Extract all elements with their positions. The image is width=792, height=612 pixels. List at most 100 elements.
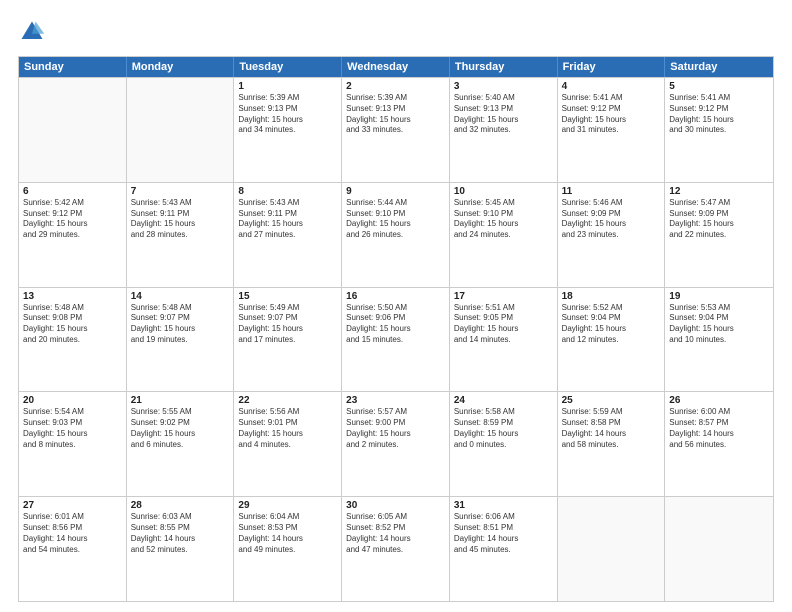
day-number: 17 [454, 291, 553, 302]
day-number: 27 [23, 500, 122, 511]
day-number: 25 [562, 395, 661, 406]
day-info: Sunrise: 6:04 AM Sunset: 8:53 PM Dayligh… [238, 512, 337, 555]
day-number: 12 [669, 186, 769, 197]
day-number: 2 [346, 81, 445, 92]
cal-cell-empty [558, 497, 666, 601]
cal-cell-day-10: 10Sunrise: 5:45 AM Sunset: 9:10 PM Dayli… [450, 183, 558, 287]
cal-header-sunday: Sunday [19, 57, 127, 77]
day-number: 5 [669, 81, 769, 92]
cal-cell-day-3: 3Sunrise: 5:40 AM Sunset: 9:13 PM Daylig… [450, 78, 558, 182]
day-info: Sunrise: 5:40 AM Sunset: 9:13 PM Dayligh… [454, 93, 553, 136]
cal-header-tuesday: Tuesday [234, 57, 342, 77]
cal-cell-day-2: 2Sunrise: 5:39 AM Sunset: 9:13 PM Daylig… [342, 78, 450, 182]
day-info: Sunrise: 5:52 AM Sunset: 9:04 PM Dayligh… [562, 303, 661, 346]
cal-cell-empty [127, 78, 235, 182]
day-info: Sunrise: 5:48 AM Sunset: 9:07 PM Dayligh… [131, 303, 230, 346]
day-number: 23 [346, 395, 445, 406]
day-info: Sunrise: 5:53 AM Sunset: 9:04 PM Dayligh… [669, 303, 769, 346]
day-info: Sunrise: 6:00 AM Sunset: 8:57 PM Dayligh… [669, 407, 769, 450]
day-number: 22 [238, 395, 337, 406]
cal-cell-day-7: 7Sunrise: 5:43 AM Sunset: 9:11 PM Daylig… [127, 183, 235, 287]
day-info: Sunrise: 5:39 AM Sunset: 9:13 PM Dayligh… [238, 93, 337, 136]
calendar-header: SundayMondayTuesdayWednesdayThursdayFrid… [19, 57, 773, 77]
cal-cell-day-29: 29Sunrise: 6:04 AM Sunset: 8:53 PM Dayli… [234, 497, 342, 601]
day-info: Sunrise: 5:50 AM Sunset: 9:06 PM Dayligh… [346, 303, 445, 346]
cal-header-wednesday: Wednesday [342, 57, 450, 77]
cal-cell-day-30: 30Sunrise: 6:05 AM Sunset: 8:52 PM Dayli… [342, 497, 450, 601]
day-number: 26 [669, 395, 769, 406]
day-number: 7 [131, 186, 230, 197]
day-info: Sunrise: 5:48 AM Sunset: 9:08 PM Dayligh… [23, 303, 122, 346]
day-info: Sunrise: 5:45 AM Sunset: 9:10 PM Dayligh… [454, 198, 553, 241]
cal-cell-day-1: 1Sunrise: 5:39 AM Sunset: 9:13 PM Daylig… [234, 78, 342, 182]
cal-header-thursday: Thursday [450, 57, 558, 77]
day-number: 6 [23, 186, 122, 197]
day-info: Sunrise: 5:51 AM Sunset: 9:05 PM Dayligh… [454, 303, 553, 346]
cal-header-saturday: Saturday [665, 57, 773, 77]
cal-cell-day-22: 22Sunrise: 5:56 AM Sunset: 9:01 PM Dayli… [234, 392, 342, 496]
cal-cell-day-17: 17Sunrise: 5:51 AM Sunset: 9:05 PM Dayli… [450, 288, 558, 392]
cal-cell-day-28: 28Sunrise: 6:03 AM Sunset: 8:55 PM Dayli… [127, 497, 235, 601]
cal-header-friday: Friday [558, 57, 666, 77]
logo [18, 18, 50, 46]
day-info: Sunrise: 5:59 AM Sunset: 8:58 PM Dayligh… [562, 407, 661, 450]
day-number: 24 [454, 395, 553, 406]
day-info: Sunrise: 5:44 AM Sunset: 9:10 PM Dayligh… [346, 198, 445, 241]
cal-cell-day-24: 24Sunrise: 5:58 AM Sunset: 8:59 PM Dayli… [450, 392, 558, 496]
day-info: Sunrise: 5:46 AM Sunset: 9:09 PM Dayligh… [562, 198, 661, 241]
cal-cell-day-27: 27Sunrise: 6:01 AM Sunset: 8:56 PM Dayli… [19, 497, 127, 601]
day-info: Sunrise: 5:41 AM Sunset: 9:12 PM Dayligh… [562, 93, 661, 136]
cal-cell-day-20: 20Sunrise: 5:54 AM Sunset: 9:03 PM Dayli… [19, 392, 127, 496]
cal-cell-day-19: 19Sunrise: 5:53 AM Sunset: 9:04 PM Dayli… [665, 288, 773, 392]
day-number: 11 [562, 186, 661, 197]
day-number: 13 [23, 291, 122, 302]
cal-cell-day-13: 13Sunrise: 5:48 AM Sunset: 9:08 PM Dayli… [19, 288, 127, 392]
page: SundayMondayTuesdayWednesdayThursdayFrid… [0, 0, 792, 612]
cal-cell-day-26: 26Sunrise: 6:00 AM Sunset: 8:57 PM Dayli… [665, 392, 773, 496]
cal-cell-day-14: 14Sunrise: 5:48 AM Sunset: 9:07 PM Dayli… [127, 288, 235, 392]
cal-cell-day-25: 25Sunrise: 5:59 AM Sunset: 8:58 PM Dayli… [558, 392, 666, 496]
day-info: Sunrise: 6:06 AM Sunset: 8:51 PM Dayligh… [454, 512, 553, 555]
day-number: 30 [346, 500, 445, 511]
day-info: Sunrise: 5:55 AM Sunset: 9:02 PM Dayligh… [131, 407, 230, 450]
day-number: 19 [669, 291, 769, 302]
cal-week-3: 13Sunrise: 5:48 AM Sunset: 9:08 PM Dayli… [19, 287, 773, 392]
day-number: 31 [454, 500, 553, 511]
cal-cell-day-21: 21Sunrise: 5:55 AM Sunset: 9:02 PM Dayli… [127, 392, 235, 496]
day-info: Sunrise: 5:47 AM Sunset: 9:09 PM Dayligh… [669, 198, 769, 241]
day-number: 1 [238, 81, 337, 92]
cal-cell-day-5: 5Sunrise: 5:41 AM Sunset: 9:12 PM Daylig… [665, 78, 773, 182]
day-info: Sunrise: 6:03 AM Sunset: 8:55 PM Dayligh… [131, 512, 230, 555]
cal-cell-day-31: 31Sunrise: 6:06 AM Sunset: 8:51 PM Dayli… [450, 497, 558, 601]
cal-cell-day-12: 12Sunrise: 5:47 AM Sunset: 9:09 PM Dayli… [665, 183, 773, 287]
cal-cell-empty [19, 78, 127, 182]
day-info: Sunrise: 5:49 AM Sunset: 9:07 PM Dayligh… [238, 303, 337, 346]
day-number: 29 [238, 500, 337, 511]
cal-week-1: 1Sunrise: 5:39 AM Sunset: 9:13 PM Daylig… [19, 77, 773, 182]
cal-cell-empty [665, 497, 773, 601]
calendar: SundayMondayTuesdayWednesdayThursdayFrid… [18, 56, 774, 602]
day-number: 20 [23, 395, 122, 406]
day-number: 14 [131, 291, 230, 302]
cal-header-monday: Monday [127, 57, 235, 77]
day-info: Sunrise: 6:01 AM Sunset: 8:56 PM Dayligh… [23, 512, 122, 555]
day-number: 8 [238, 186, 337, 197]
cal-cell-day-6: 6Sunrise: 5:42 AM Sunset: 9:12 PM Daylig… [19, 183, 127, 287]
day-info: Sunrise: 5:54 AM Sunset: 9:03 PM Dayligh… [23, 407, 122, 450]
cal-cell-day-23: 23Sunrise: 5:57 AM Sunset: 9:00 PM Dayli… [342, 392, 450, 496]
day-info: Sunrise: 5:43 AM Sunset: 9:11 PM Dayligh… [131, 198, 230, 241]
day-number: 10 [454, 186, 553, 197]
calendar-body: 1Sunrise: 5:39 AM Sunset: 9:13 PM Daylig… [19, 77, 773, 601]
cal-cell-day-8: 8Sunrise: 5:43 AM Sunset: 9:11 PM Daylig… [234, 183, 342, 287]
cal-cell-day-15: 15Sunrise: 5:49 AM Sunset: 9:07 PM Dayli… [234, 288, 342, 392]
day-number: 16 [346, 291, 445, 302]
cal-cell-day-4: 4Sunrise: 5:41 AM Sunset: 9:12 PM Daylig… [558, 78, 666, 182]
cal-cell-day-16: 16Sunrise: 5:50 AM Sunset: 9:06 PM Dayli… [342, 288, 450, 392]
cal-cell-day-11: 11Sunrise: 5:46 AM Sunset: 9:09 PM Dayli… [558, 183, 666, 287]
cal-cell-day-9: 9Sunrise: 5:44 AM Sunset: 9:10 PM Daylig… [342, 183, 450, 287]
day-info: Sunrise: 5:56 AM Sunset: 9:01 PM Dayligh… [238, 407, 337, 450]
day-number: 9 [346, 186, 445, 197]
day-info: Sunrise: 5:42 AM Sunset: 9:12 PM Dayligh… [23, 198, 122, 241]
day-info: Sunrise: 5:41 AM Sunset: 9:12 PM Dayligh… [669, 93, 769, 136]
day-number: 21 [131, 395, 230, 406]
